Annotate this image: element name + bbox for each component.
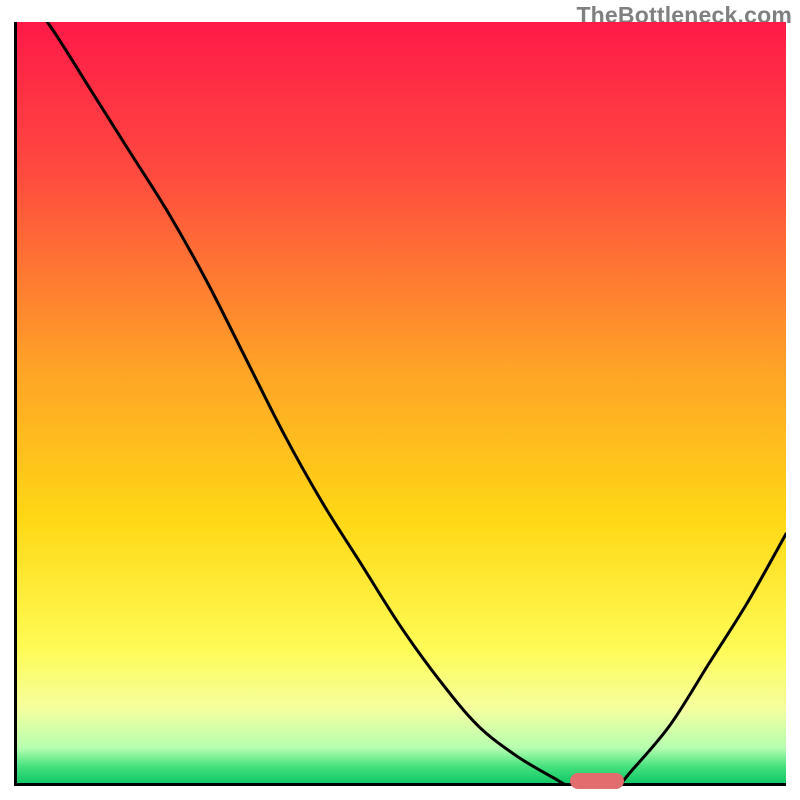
optimal-range-marker	[570, 773, 624, 789]
chart-stage: TheBottleneck.com	[0, 0, 800, 800]
plot-area	[14, 22, 786, 786]
plot-svg	[14, 22, 786, 786]
plot-background	[14, 22, 786, 786]
